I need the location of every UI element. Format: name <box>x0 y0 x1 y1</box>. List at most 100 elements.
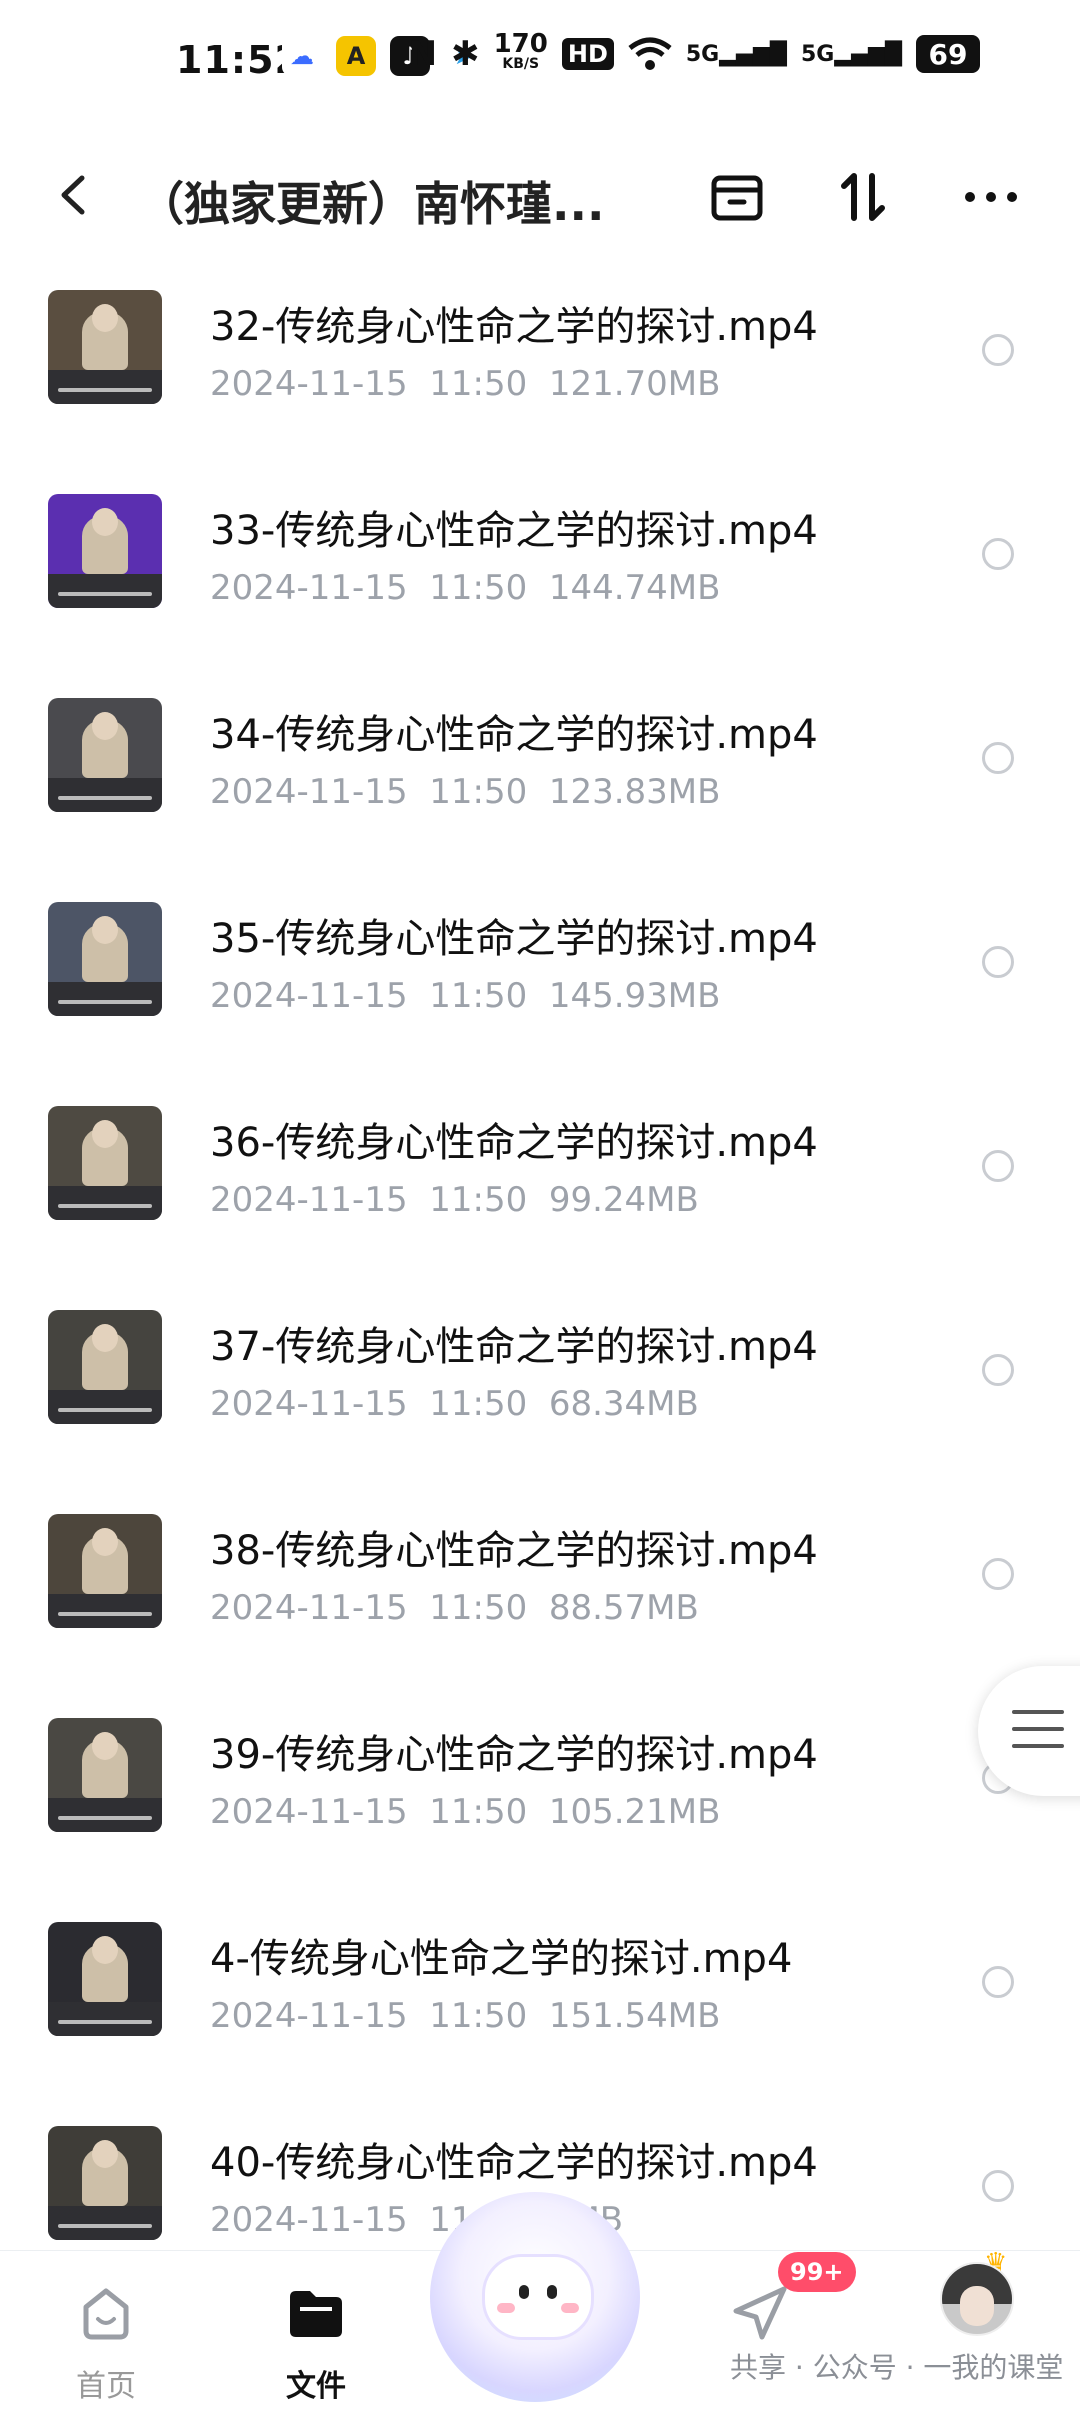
nfc-icon: N <box>408 34 438 74</box>
folder-title: （独家更新）南怀瑾... <box>138 177 605 231</box>
cloud-app-icon: ☁ <box>282 36 322 76</box>
file-meta: 2024-11-15 11:50 68.34MB <box>210 1384 699 1424</box>
back-arrow-icon[interactable] <box>50 170 100 220</box>
tab-home[interactable]: 首页 <box>36 2271 176 2404</box>
file-name: 33-传统身心性命之学的探讨.mp4 <box>210 508 818 554</box>
status-indicators: N ✱ 170 KB/S HD 5G▂▄▆█ 5G▂▄▆█ 69 <box>408 29 980 74</box>
watermark-text: 共享 · 公众号 · 一我的课堂 <box>730 2351 1064 2384</box>
file-time: 11:50 <box>429 1588 528 1628</box>
file-time: 11:50 <box>429 1792 528 1832</box>
file-date: 2024-11-15 <box>210 364 408 404</box>
file-meta: 2024-11-15 11:50 105.21MB <box>210 1792 720 1832</box>
signal-5g-1: 5G▂▄▆█ <box>685 41 787 67</box>
sort-button[interactable] <box>828 162 898 232</box>
video-thumbnail <box>48 1718 162 1832</box>
file-row[interactable]: 37-传统身心性命之学的探讨.mp4 2024-11-15 11:50 68.34… <box>0 1300 1080 1504</box>
select-radio[interactable] <box>982 334 1014 366</box>
file-name: 39-传统身心性命之学的探讨.mp4 <box>210 1732 818 1778</box>
file-row[interactable]: 35-传统身心性命之学的探讨.mp4 2024-11-15 11:50 145.9… <box>0 892 1080 1096</box>
video-thumbnail <box>48 698 162 812</box>
file-row[interactable]: 32-传统身心性命之学的探讨.mp4 2024-11-15 11:50 121.7… <box>0 280 1080 484</box>
video-thumbnail <box>48 290 162 404</box>
file-name: 34-传统身心性命之学的探讨.mp4 <box>210 712 818 758</box>
file-name: 4-传统身心性命之学的探讨.mp4 <box>210 1936 793 1982</box>
video-thumbnail <box>48 2126 162 2240</box>
video-thumbnail <box>48 1922 162 2036</box>
file-meta: 2024-11-15 11:50 99.24MB <box>210 1180 699 1220</box>
file-size: 99.24MB <box>548 1180 699 1220</box>
file-size: 123.83MB <box>548 772 721 812</box>
file-meta: 2024-11-15 11:50 144.74MB <box>210 568 720 608</box>
more-button[interactable] <box>956 162 1026 232</box>
file-name: 38-传统身心性命之学的探讨.mp4 <box>210 1528 818 1574</box>
file-meta: 2024-11-15 11:50 145.93MB <box>210 976 720 1016</box>
file-date: 2024-11-15 <box>210 1588 408 1628</box>
file-size: 151.54MB <box>548 1996 721 2036</box>
folder-icon <box>290 2291 342 2337</box>
file-time: 11:50 <box>429 976 528 1016</box>
select-radio[interactable] <box>982 946 1014 978</box>
file-time: 11:50 <box>429 568 528 608</box>
video-thumbnail <box>48 902 162 1016</box>
file-date: 2024-11-15 <box>210 976 408 1016</box>
file-row[interactable]: 4-传统身心性命之学的探讨.mp4 2024-11-15 11:50 151.54… <box>0 1912 1080 2116</box>
signal-5g-2: 5G▂▄▆█ <box>800 41 902 67</box>
bluetooth-icon: ✱ <box>451 34 480 74</box>
network-speed: 170 KB/S <box>493 29 548 72</box>
video-thumbnail <box>48 1514 162 1628</box>
file-size: 88.57MB <box>548 1588 699 1628</box>
file-name: 40-传统身心性命之学的探讨.mp4 <box>210 2140 818 2186</box>
file-meta: 2024-11-15 11:50 88.57MB <box>210 1588 699 1628</box>
file-size: 145.93MB <box>548 976 721 1016</box>
select-radio[interactable] <box>982 1150 1014 1182</box>
tab-home-label: 首页 <box>76 2369 136 2404</box>
file-name: 35-传统身心性命之学的探讨.mp4 <box>210 916 818 962</box>
file-row[interactable]: 39-传统身心性命之学的探讨.mp4 2024-11-15 11:50 105.2… <box>0 1708 1080 1912</box>
mascot-face <box>482 2254 594 2340</box>
file-time: 11:50 <box>429 1996 528 2036</box>
file-date: 2024-11-15 <box>210 1996 408 2036</box>
file-size: 121.70MB <box>548 364 721 404</box>
home-icon <box>83 2288 129 2340</box>
file-name: 36-传统身心性命之学的探讨.mp4 <box>210 1120 818 1166</box>
file-meta: 2024-11-15 11:50 123.83MB <box>210 772 720 812</box>
file-size: 105.21MB <box>548 1792 721 1832</box>
tab-files[interactable]: 文件 <box>246 2271 386 2404</box>
file-size: 68.34MB <box>548 1384 699 1424</box>
menu-lines-icon <box>1012 1710 1064 1761</box>
header-bar: （独家更新）南怀瑾... <box>0 140 1080 250</box>
tab-files-label: 文件 <box>286 2369 346 2404</box>
video-thumbnail <box>48 494 162 608</box>
file-date: 2024-11-15 <box>210 1384 408 1424</box>
select-radio[interactable] <box>982 1354 1014 1386</box>
file-size: 144.74MB <box>548 568 721 608</box>
send-icon <box>733 2286 787 2340</box>
select-radio[interactable] <box>982 742 1014 774</box>
archive-button[interactable] <box>702 162 772 232</box>
file-row[interactable]: 36-传统身心性命之学的探讨.mp4 2024-11-15 11:50 99.24… <box>0 1096 1080 1300</box>
file-name: 37-传统身心性命之学的探讨.mp4 <box>210 1324 818 1370</box>
file-date: 2024-11-15 <box>210 1180 408 1220</box>
archive-icon <box>711 175 763 221</box>
notification-badge: 99+ <box>778 2252 856 2292</box>
assistant-mascot-button[interactable] <box>430 2192 640 2402</box>
file-time: 11:50 <box>429 364 528 404</box>
file-row[interactable]: 38-传统身心性命之学的探讨.mp4 2024-11-15 11:50 88.57… <box>0 1504 1080 1708</box>
car-app-icon: A <box>336 36 376 76</box>
profile-avatar[interactable] <box>940 2262 1014 2336</box>
file-time: 11:50 <box>429 1180 528 1220</box>
more-icon <box>965 192 1017 202</box>
file-time: 11:50 <box>429 772 528 812</box>
select-radio[interactable] <box>982 1558 1014 1590</box>
file-row[interactable]: 34-传统身心性命之学的探讨.mp4 2024-11-15 11:50 123.8… <box>0 688 1080 892</box>
select-radio[interactable] <box>982 1966 1014 1998</box>
file-name: 32-传统身心性命之学的探讨.mp4 <box>210 304 818 350</box>
file-row[interactable]: 33-传统身心性命之学的探讨.mp4 2024-11-15 11:50 144.7… <box>0 484 1080 688</box>
select-radio[interactable] <box>982 538 1014 570</box>
wifi-icon <box>628 37 672 70</box>
status-bar: 11:52 ☁ A ♪ ➤ N ✱ 170 KB/S HD 5G▂▄▆█ 5G▂▄▆█… <box>0 0 1080 120</box>
file-date: 2024-11-15 <box>210 568 408 608</box>
select-radio[interactable] <box>982 2170 1014 2202</box>
hd-icon: HD <box>561 38 614 70</box>
battery-indicator: 69 <box>916 35 980 73</box>
